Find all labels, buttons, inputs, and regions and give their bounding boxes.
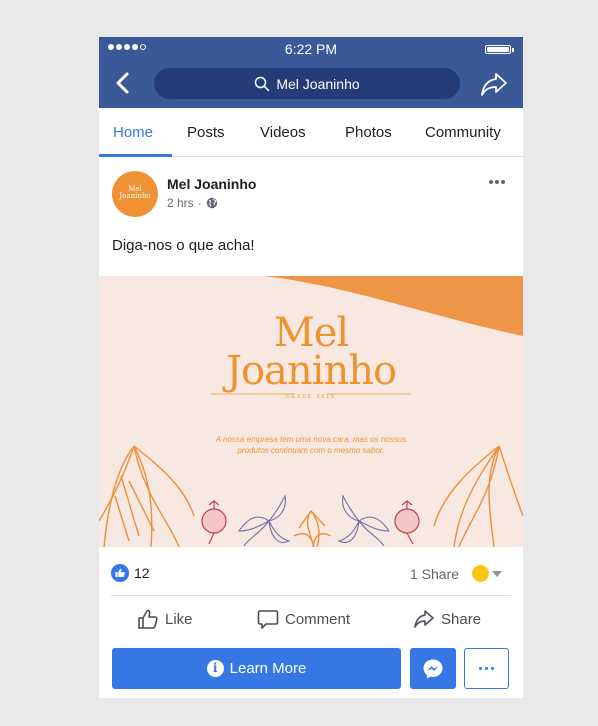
share-arrow-icon[interactable] — [479, 70, 509, 98]
post-image[interactable]: Mel Joaninho DESDE 2015 A nossa empresa … — [99, 276, 523, 547]
tab-home[interactable]: Home — [113, 124, 153, 141]
image-tagline: A nossa empresa tem uma nova cara, mas o… — [215, 435, 407, 455]
share-label: Share — [441, 610, 482, 628]
battery-icon — [485, 45, 514, 54]
like-button[interactable]: Like — [137, 606, 193, 632]
post-meta: 2 hrs · — [167, 196, 218, 210]
post-options-icon[interactable] — [489, 180, 509, 186]
viewer-avatar[interactable] — [472, 565, 489, 582]
tab-photos[interactable]: Photos — [345, 124, 392, 141]
tab-posts[interactable]: Posts — [187, 124, 225, 141]
active-tab-indicator — [99, 154, 172, 157]
globe-icon — [206, 197, 217, 209]
image-logo-subtitle: DESDE 2015 — [286, 394, 336, 400]
reactions-row: 12 1 Share — [99, 547, 523, 587]
like-label: Like — [165, 610, 193, 628]
status-time: 6:22 PM — [284, 41, 338, 57]
page-tabs: Home Posts Videos Photos Community — [99, 108, 523, 157]
share-count[interactable]: 1 Share — [410, 566, 459, 582]
divider — [111, 595, 511, 596]
chevron-left-icon[interactable] — [113, 71, 133, 95]
info-icon: i — [206, 660, 224, 677]
learn-more-button[interactable]: i Learn More — [112, 648, 401, 689]
like-count[interactable]: 12 — [134, 565, 150, 581]
messenger-icon — [423, 659, 443, 678]
share-button[interactable]: Share — [413, 606, 481, 632]
tab-community[interactable]: Community — [425, 124, 501, 141]
phone-frame: 6:22 PM Mel Joaninho Home Posts Videos P… — [99, 37, 523, 698]
tab-videos[interactable]: Videos — [260, 124, 306, 141]
post-text: Diga-nos o que acha! — [112, 237, 255, 254]
share-icon — [414, 610, 434, 628]
messenger-button[interactable] — [410, 648, 456, 689]
search-text: Mel Joaninho — [276, 75, 360, 92]
page-avatar[interactable]: Mel Joaninho — [112, 171, 158, 217]
meta-separator: · — [197, 196, 202, 210]
comment-label: Comment — [285, 610, 351, 628]
learn-more-label: Learn More — [229, 660, 307, 677]
search-icon — [255, 76, 270, 91]
more-options-button[interactable] — [464, 648, 509, 689]
comment-icon — [257, 610, 279, 629]
page-name[interactable]: Mel Joaninho — [167, 176, 256, 192]
search-bar[interactable]: Mel Joaninho — [154, 68, 460, 99]
caret-down-icon[interactable] — [492, 571, 502, 577]
like-reaction-icon — [111, 564, 129, 582]
post-time[interactable]: 2 hrs — [167, 196, 194, 210]
image-logo: Mel Joaninho — [225, 310, 397, 394]
thumbs-up-icon — [138, 609, 158, 629]
top-navigation-bar: 6:22 PM Mel Joaninho — [99, 37, 523, 108]
comment-button[interactable]: Comment — [257, 606, 350, 632]
